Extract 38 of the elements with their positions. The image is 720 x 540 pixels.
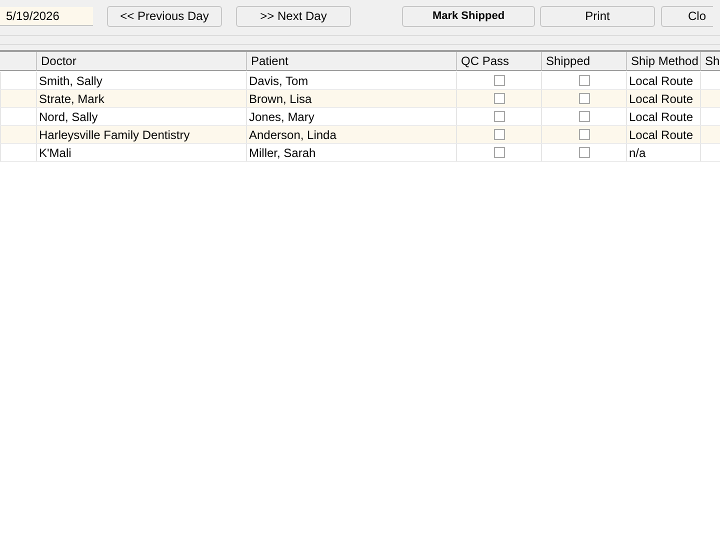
toolbar-button[interactable]: >> Next Day <box>236 6 351 26</box>
table-cell: Jones, Mary <box>246 108 456 126</box>
table-cell: Local Route <box>626 126 700 144</box>
table-cell: Nord, Sally <box>36 108 246 126</box>
table-cell: Local Route <box>626 90 700 108</box>
column-header[interactable]: Doctor <box>36 52 246 71</box>
table-cell: Brown, Lisa <box>246 90 456 108</box>
column-header[interactable]: Shipped <box>541 52 626 71</box>
table-cell: Smith, Sally <box>36 72 246 90</box>
table-cell: Miller, Sarah <box>246 144 456 162</box>
checkbox[interactable] <box>578 75 590 86</box>
checkbox[interactable] <box>578 147 590 158</box>
checkbox[interactable] <box>494 147 504 158</box>
toolbar-button[interactable]: Clo <box>661 6 713 26</box>
column-header[interactable]: Patient <box>246 52 456 71</box>
checkbox[interactable] <box>494 129 504 140</box>
checkbox[interactable] <box>578 93 590 104</box>
table-cell: Strate, Mark <box>36 90 246 108</box>
column-header[interactable]: QC Pass <box>456 52 541 71</box>
column-header[interactable]: Shi <box>700 52 720 71</box>
table-cell: Local Route <box>626 108 700 126</box>
column-header[interactable] <box>0 52 36 71</box>
table-cell: n/a <box>626 144 700 162</box>
checkbox[interactable] <box>494 75 504 86</box>
table-cell: K'Mali <box>36 144 246 162</box>
toolbar-button[interactable]: Mark Shipped <box>402 6 535 26</box>
column-header[interactable]: Ship Method <box>626 52 700 71</box>
table-cell: Harleysville Family Dentistry <box>36 126 246 144</box>
checkbox[interactable] <box>494 111 504 122</box>
toolbar-button[interactable]: Print <box>540 6 655 26</box>
checkbox[interactable] <box>494 93 504 104</box>
table-cell: Davis, Tom <box>246 72 456 90</box>
checkbox[interactable] <box>578 129 590 140</box>
date-field[interactable]: 5/19/2026 <box>0 6 93 26</box>
checkbox[interactable] <box>578 111 590 122</box>
toolbar-button[interactable]: << Previous Day <box>107 6 222 26</box>
table-cell: Local Route <box>626 72 700 90</box>
table-cell: Anderson, Linda <box>246 126 456 144</box>
